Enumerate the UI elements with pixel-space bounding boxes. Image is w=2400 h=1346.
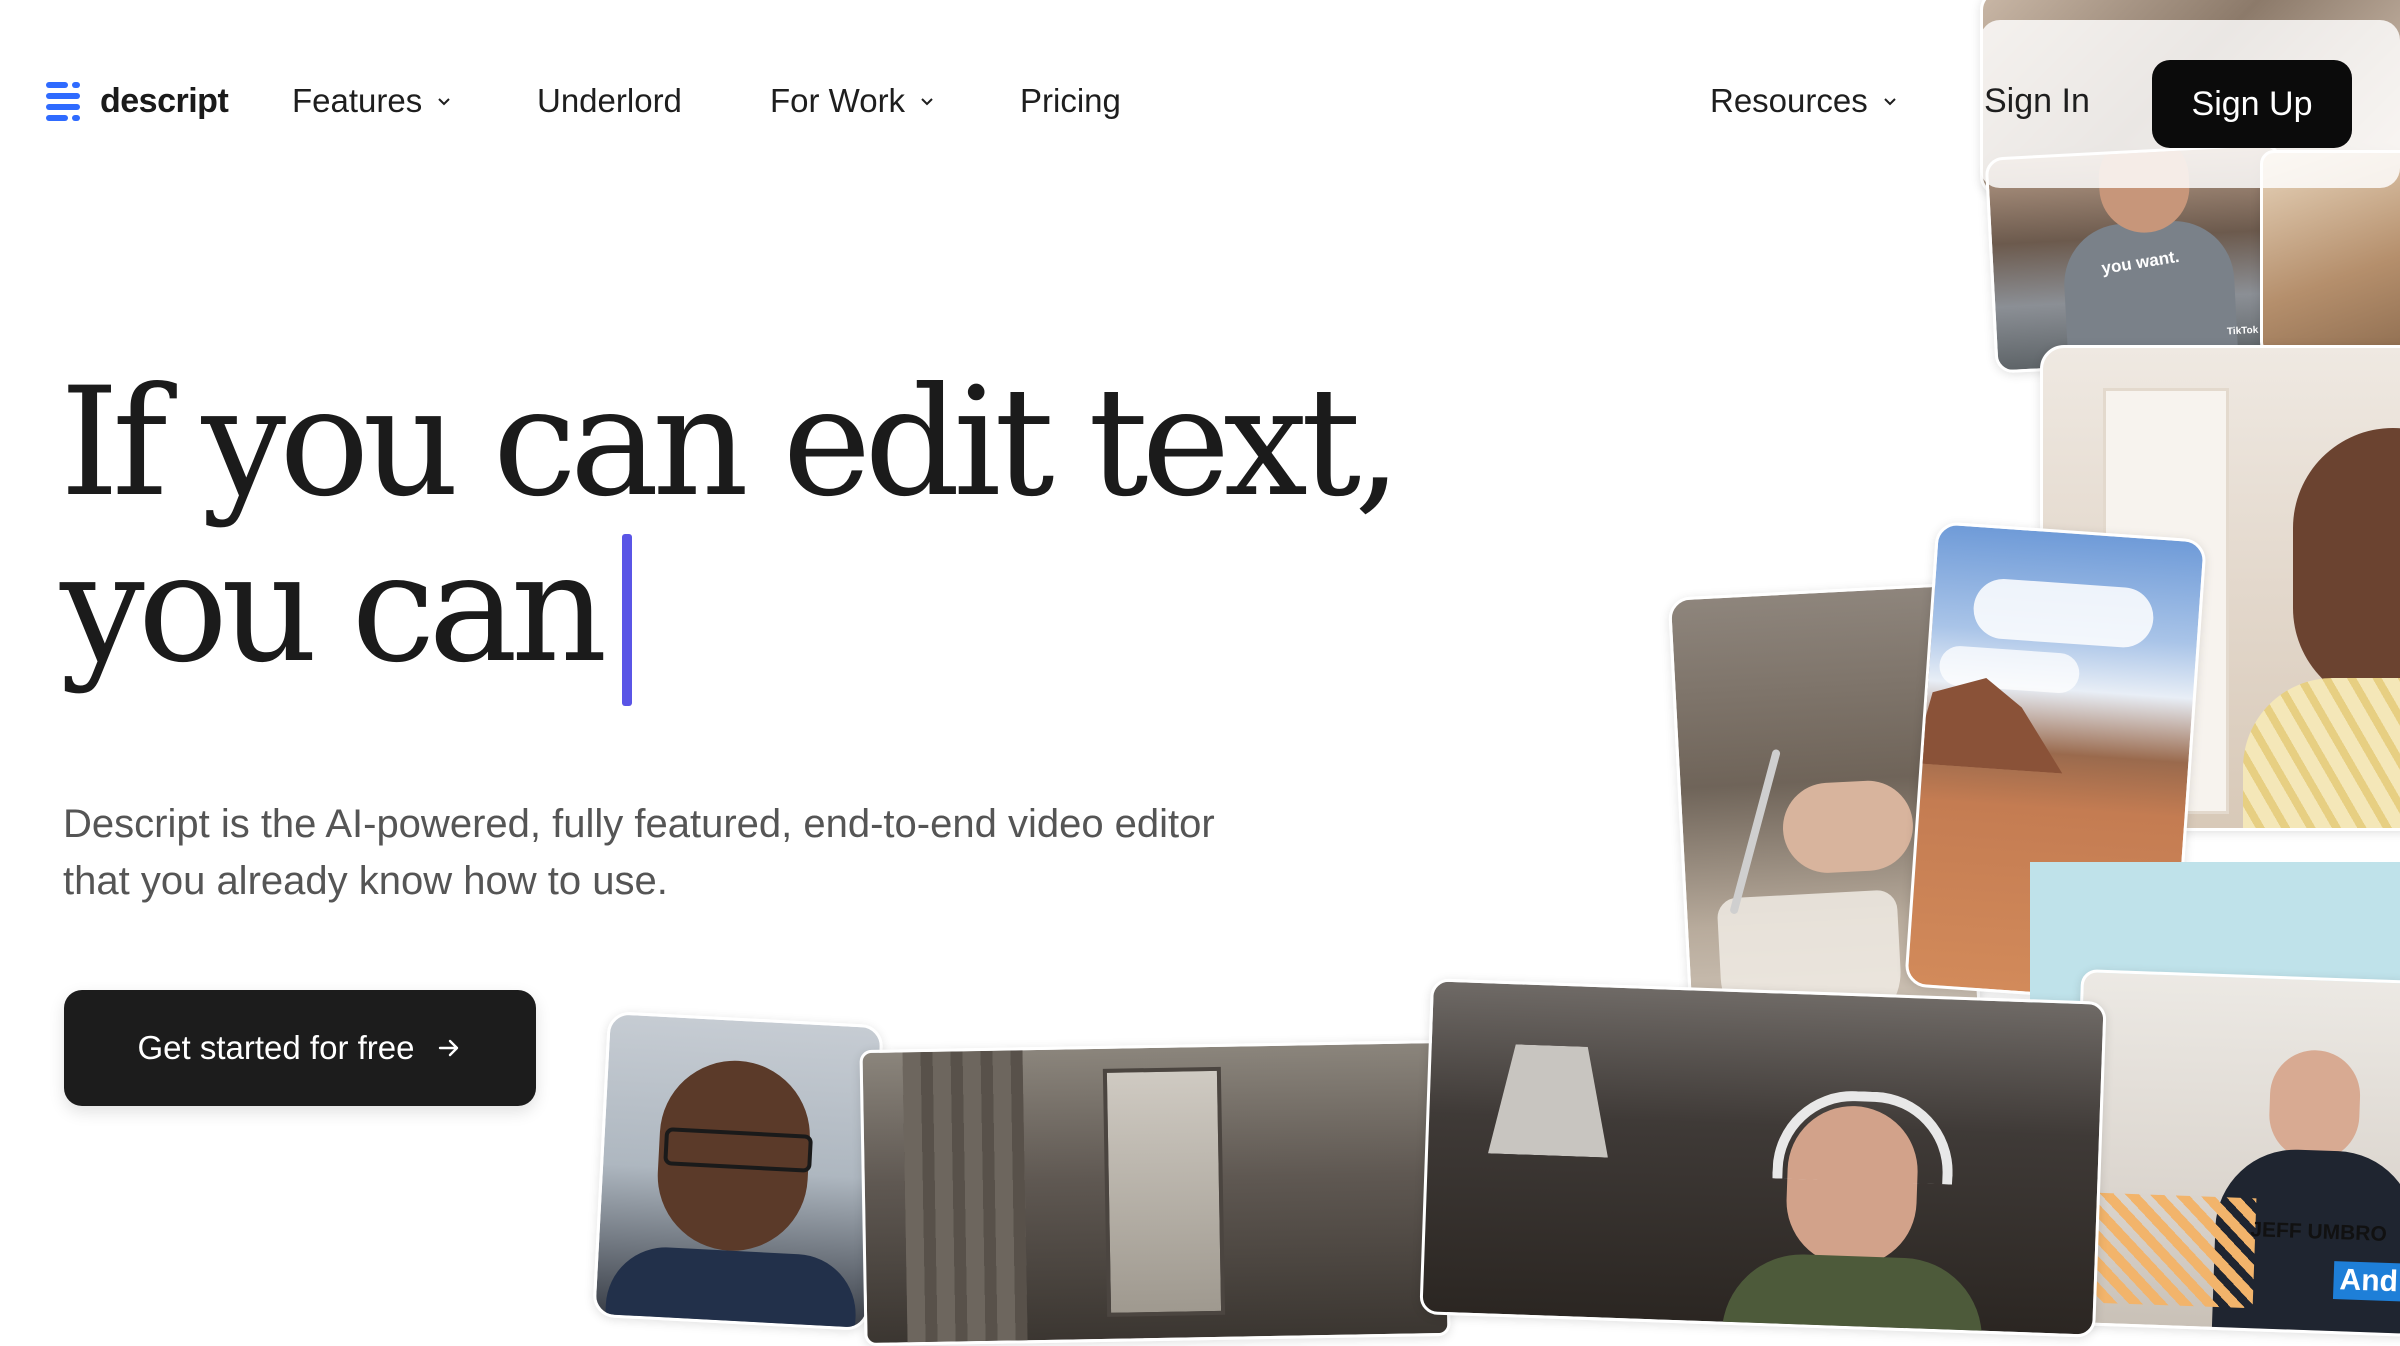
nav-for-work[interactable]: For Work [770, 82, 935, 120]
glasses [663, 1127, 813, 1173]
cloud [1971, 576, 2156, 650]
headphones [1772, 1088, 1956, 1185]
nav-pricing[interactable]: Pricing [1020, 82, 1121, 120]
curtain [902, 1050, 1028, 1343]
get-started-button[interactable]: Get started for free [64, 990, 536, 1106]
descript-logo[interactable]: descript [46, 80, 229, 122]
hand [1780, 778, 1916, 876]
hero-headline: If you can edit text, you can [60, 356, 1402, 696]
tiktok-watermark: TikTok [2226, 324, 2259, 338]
nav-for-work-label: For Work [770, 82, 906, 119]
collage-tile-creator [592, 1010, 884, 1332]
collage-tile-podcast [1419, 978, 2107, 1338]
nav-underlord-label: Underlord [537, 82, 682, 119]
chevron-down-icon [438, 98, 450, 106]
nav-features[interactable]: Features [292, 82, 452, 120]
person-top [2243, 678, 2400, 828]
nav-underlord[interactable]: Underlord [537, 82, 682, 120]
chevron-down-icon [1884, 98, 1896, 106]
hero-subtitle: Descript is the AI-powered, fully featur… [63, 796, 1363, 910]
subtitle-line-1: Descript is the AI-powered, fully featur… [63, 802, 1215, 846]
person-shirt [1720, 1251, 1985, 1338]
nav-pricing-label: Pricing [1020, 82, 1121, 119]
person-face [2293, 428, 2400, 708]
logo-wordmark: descript [100, 81, 229, 120]
headline-line-1: If you can edit text, [60, 356, 1402, 530]
descript-logo-icon [46, 82, 80, 121]
nav-resources[interactable]: Resources [1710, 82, 1898, 120]
person-head [2267, 1048, 2362, 1162]
lamp [1488, 1043, 1612, 1157]
arrow-right-icon [439, 1039, 459, 1057]
collage-tile-room [859, 1039, 1451, 1346]
nav-features-label: Features [292, 82, 423, 119]
get-started-label: Get started for free [137, 1029, 415, 1066]
name-tag: JEFF UMBRO [2249, 1218, 2388, 1246]
collage-tile-jeff: JEFF UMBRO And [2068, 969, 2400, 1337]
nav-resources-label: Resources [1710, 82, 1868, 119]
caption-highlight: And [2332, 1261, 2400, 1302]
chevron-down-icon [921, 98, 933, 106]
headline-line-2: you can [60, 522, 607, 696]
sign-in-link[interactable]: Sign In [1984, 82, 2090, 121]
typing-caret [622, 534, 632, 706]
window [1102, 1066, 1226, 1317]
sign-up-button[interactable]: Sign Up [2152, 60, 2352, 148]
spoon [1729, 748, 1781, 915]
subtitle-line-2: that you already know how to use. [63, 859, 668, 903]
person-shirt [604, 1244, 859, 1332]
